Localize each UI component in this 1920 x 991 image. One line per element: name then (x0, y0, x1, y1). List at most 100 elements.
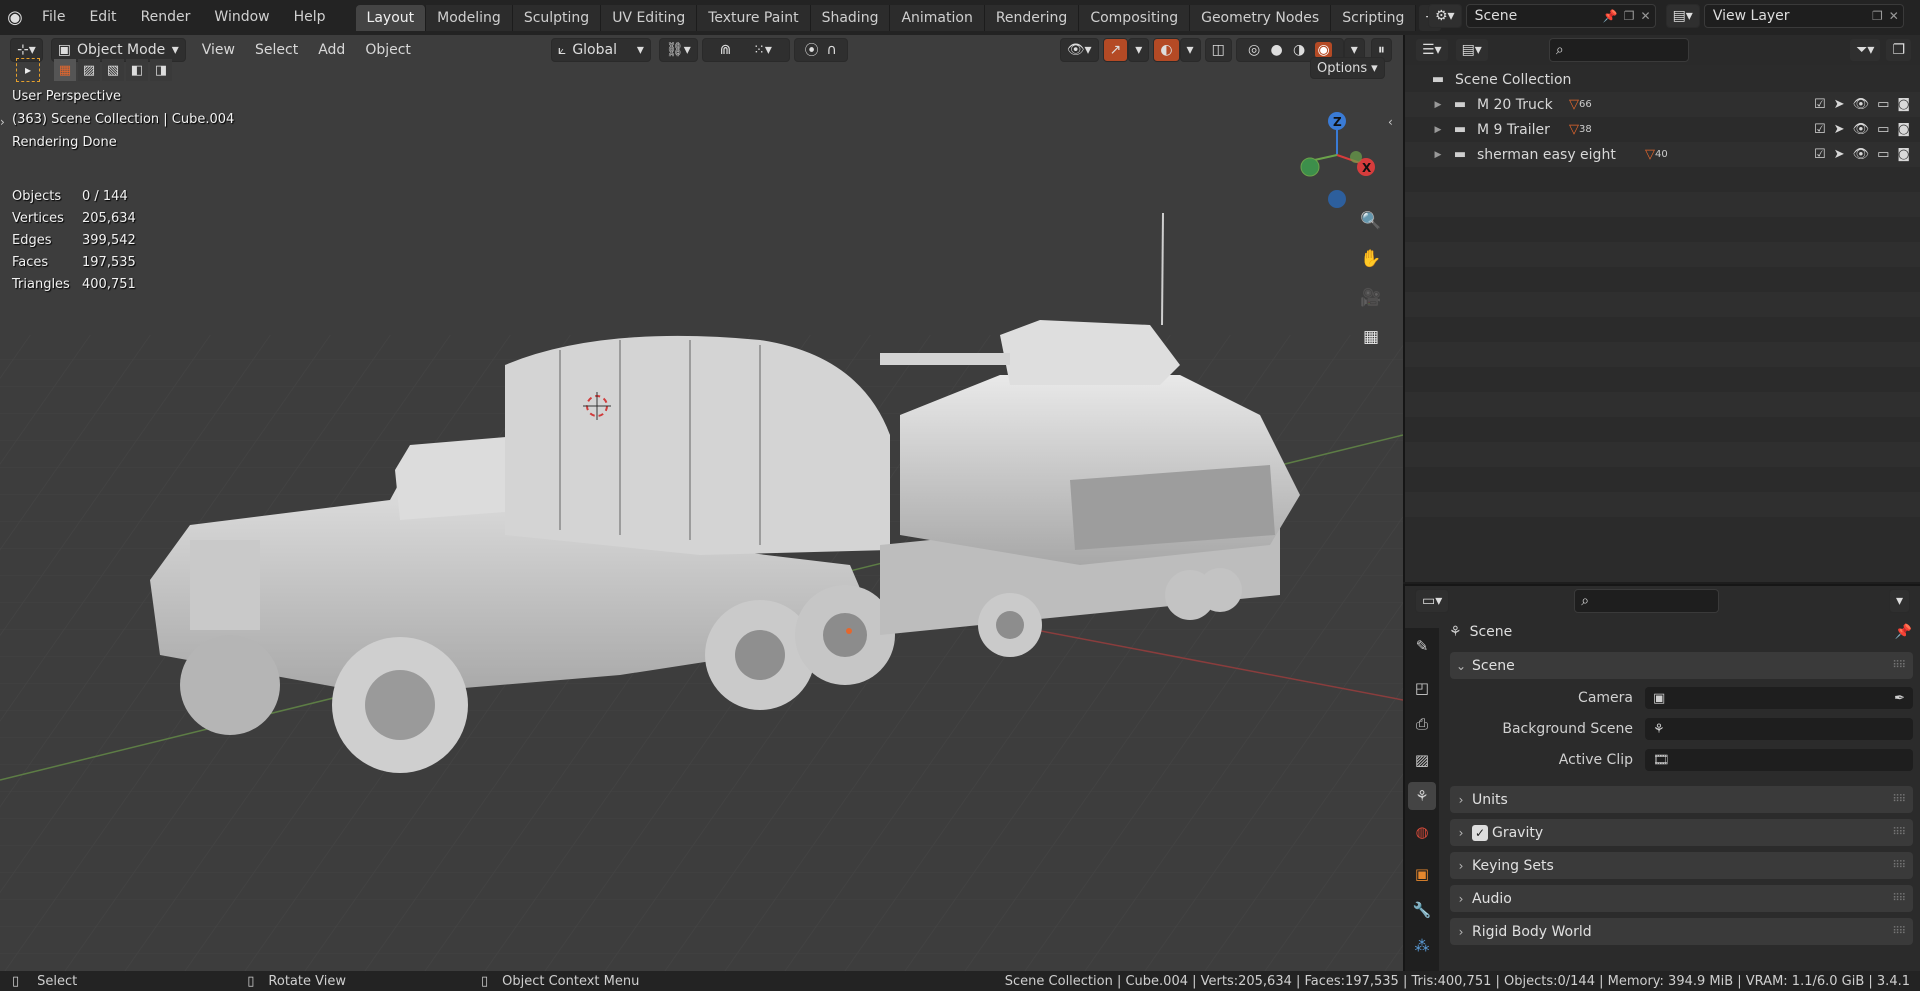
view-layer-tab-icon[interactable]: ▨ (1408, 746, 1436, 774)
modifier-tab-icon[interactable]: 🔧 (1408, 896, 1436, 924)
tab-geometry-nodes[interactable]: Geometry Nodes (1190, 4, 1332, 31)
hand-pan-icon[interactable]: ✋ (1357, 245, 1385, 273)
select-invert-icon[interactable]: ◧ (126, 59, 148, 81)
blender-logo-icon[interactable]: ◉ (0, 0, 30, 35)
new-scene-icon[interactable]: ❐ (1624, 9, 1635, 23)
tab-compositing[interactable]: Compositing (1079, 4, 1191, 31)
outliner-row-truck[interactable]: ▶ ▬ M 20 Truck ▽ 66 ☑ ➤ 👁 ▭ ◙ (1405, 92, 1920, 117)
scene-name-field[interactable]: Scene 📌 ❐ ✕ (1465, 4, 1656, 28)
rendered-shading-icon[interactable]: ◉ (1315, 42, 1332, 58)
tab-uv-editing[interactable]: UV Editing (601, 4, 698, 31)
scene-panel-header[interactable]: ⌄ Scene ⠿⠿ (1450, 652, 1913, 679)
eye-icon[interactable]: 👁 (1853, 122, 1870, 137)
outliner-row-sherman[interactable]: ▶ ▬ sherman easy eight ▽ 40 ☑ ➤ 👁 ▭ ◙ (1405, 142, 1920, 167)
select-intersect-icon[interactable]: ◨ (150, 59, 172, 81)
tab-animation[interactable]: Animation (890, 4, 985, 31)
drag-handle-icon[interactable]: ⠿⠿ (1892, 794, 1906, 805)
keying-sets-panel-header[interactable]: › Keying Sets ⠿⠿ (1450, 852, 1913, 879)
wireframe-shading-icon[interactable]: ◎ (1248, 42, 1260, 58)
sidebar-toggle-icon[interactable]: ‹ (1388, 115, 1393, 129)
perspective-toggle-icon[interactable]: ▦ (1357, 323, 1385, 351)
tool-tab-icon[interactable]: ✎ (1408, 632, 1436, 660)
toolbar-toggle-icon[interactable]: › (0, 115, 5, 129)
falloff-icon[interactable]: ∩ (827, 42, 837, 58)
menu-view[interactable]: View (192, 42, 245, 58)
snap-magnet-icon[interactable]: ⋒ (720, 42, 732, 58)
background-scene-field[interactable]: ⚘ (1645, 718, 1913, 740)
delete-scene-icon[interactable]: ✕ (1641, 9, 1651, 23)
select-arrow-icon[interactable]: ➤ (1834, 122, 1845, 137)
select-extend-icon[interactable]: ▨ (78, 59, 100, 81)
drag-handle-icon[interactable]: ⠿⠿ (1892, 926, 1906, 937)
camera-render-icon[interactable]: ◙ (1897, 122, 1910, 137)
menu-add[interactable]: Add (308, 42, 355, 58)
eyedropper-icon[interactable]: ✒ (1894, 691, 1905, 706)
proportional-edit-icon[interactable]: ⦿ (805, 40, 819, 60)
menu-file[interactable]: File (30, 0, 77, 35)
overlay-dropdown-icon[interactable]: ▾ (1179, 38, 1201, 62)
orientation-dropdown[interactable]: ⟀ Global ▾ (550, 38, 651, 62)
tab-sculpting[interactable]: Sculpting (512, 4, 602, 31)
gravity-checkbox[interactable]: ✓ (1472, 824, 1488, 841)
tab-texture-paint[interactable]: Texture Paint (697, 4, 811, 31)
overlay-toggle-icon[interactable]: ◐ (1153, 38, 1180, 62)
select-subtract-icon[interactable]: ▧ (102, 59, 124, 81)
y-axis-gizmo[interactable] (1300, 157, 1320, 177)
3d-viewport[interactable]: ⊹▾ ▣ Object Mode ▾ View Select Add Object … (0, 35, 1403, 971)
drag-handle-icon[interactable]: ⠿⠿ (1892, 893, 1906, 904)
properties-editor-icon[interactable]: ▭▾ (1415, 589, 1450, 613)
camera-render-icon[interactable]: ◙ (1897, 97, 1910, 112)
navigation-gizmo[interactable]: Z X (1290, 105, 1380, 215)
units-panel-header[interactable]: › Units ⠿⠿ (1450, 786, 1913, 813)
trailer-tank-model[interactable] (880, 212, 1300, 657)
active-clip-field[interactable]: 🎞 (1645, 749, 1913, 771)
tab-scripting[interactable]: Scripting (1331, 4, 1417, 31)
eye-icon[interactable]: 👁 (1853, 97, 1870, 112)
exclude-checkbox[interactable]: ☑ (1814, 97, 1826, 112)
particles-tab-icon[interactable]: ⁂ (1408, 932, 1436, 960)
select-arrow-icon[interactable]: ➤ (1834, 97, 1845, 112)
expand-arrow-icon[interactable]: ▶ (1427, 94, 1449, 116)
scene-browse-icon[interactable]: ⚙▾ (1428, 4, 1462, 28)
tab-modeling[interactable]: Modeling (426, 4, 513, 31)
zoom-icon[interactable]: 🔍 (1357, 207, 1385, 235)
material-shading-icon[interactable]: ◑ (1293, 42, 1305, 58)
properties-search-input[interactable]: ⌕ (1574, 589, 1720, 613)
outliner-row-trailer[interactable]: ▶ ▬ M 9 Trailer ▽ 38 ☑ ➤ 👁 ▭ ◙ (1405, 117, 1920, 142)
camera-render-icon[interactable]: ◙ (1897, 147, 1910, 162)
visibility-icon[interactable]: 👁▾ (1059, 38, 1099, 62)
expand-arrow-icon[interactable]: ▶ (1427, 144, 1449, 166)
pivot-point-icon[interactable]: ⛓▾ (658, 38, 698, 62)
eye-icon[interactable]: 👁 (1853, 147, 1870, 162)
gizmo-toggle-icon[interactable]: ↗ (1102, 38, 1129, 62)
scene-collection-row[interactable]: ▬ Scene Collection (1405, 67, 1920, 92)
gravity-panel-header[interactable]: › ✓ Gravity ⠿⠿ (1450, 819, 1913, 846)
tab-layout[interactable]: Layout (355, 4, 427, 31)
filter-icon[interactable]: ⏷▾ (1849, 38, 1882, 62)
menu-render[interactable]: Render (129, 0, 203, 35)
world-tab-icon[interactable]: ◍ (1408, 818, 1436, 846)
new-view-layer-icon[interactable]: ❐ (1872, 9, 1883, 23)
options-button[interactable]: Options ▾ (1310, 57, 1385, 79)
tab-rendering[interactable]: Rendering (984, 4, 1080, 31)
exclude-checkbox[interactable]: ☑ (1814, 122, 1826, 137)
new-collection-icon[interactable]: ❐ (1885, 38, 1912, 62)
outliner-search-input[interactable]: ⌕ (1548, 38, 1689, 62)
neg-z-axis-gizmo[interactable] (1328, 190, 1346, 208)
scene-tab-icon[interactable]: ⚘ (1408, 782, 1436, 810)
monitor-icon[interactable]: ▭ (1877, 122, 1889, 137)
menu-select[interactable]: Select (245, 42, 308, 58)
output-tab-icon[interactable]: ⎙ (1408, 710, 1436, 738)
view-layer-field[interactable]: View Layer ❐ ✕ (1703, 4, 1904, 28)
camera-view-icon[interactable]: 🎥 (1357, 284, 1385, 312)
object-tab-icon[interactable]: ▣ (1408, 860, 1436, 888)
monitor-icon[interactable]: ▭ (1877, 147, 1889, 162)
neg-x-gizmo[interactable] (1350, 151, 1362, 163)
pin-icon[interactable]: 📌 (1895, 624, 1912, 640)
view-layer-browse-icon[interactable]: ▤▾ (1665, 4, 1700, 28)
menu-window[interactable]: Window (202, 0, 281, 35)
drag-handle-icon[interactable]: ⠿⠿ (1892, 860, 1906, 871)
xray-icon[interactable]: ◫ (1204, 38, 1232, 62)
select-arrow-icon[interactable]: ➤ (1834, 147, 1845, 162)
menu-object[interactable]: Object (355, 42, 421, 58)
